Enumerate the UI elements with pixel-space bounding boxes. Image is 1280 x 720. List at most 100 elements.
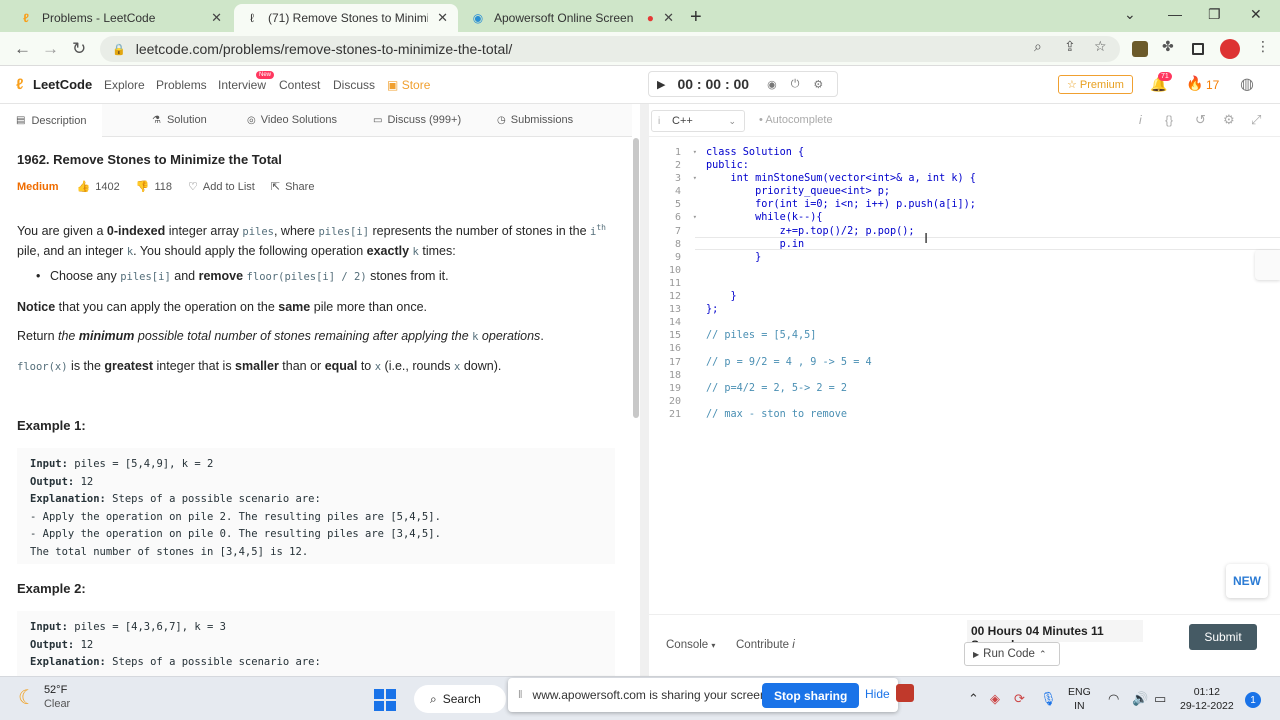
premium-button[interactable]: ☆ Premium <box>1058 75 1133 94</box>
tab-solution[interactable]: ⚗ Solution <box>152 114 207 126</box>
code-line[interactable]: public: <box>706 159 976 172</box>
tab-description[interactable]: ▤ Description <box>0 104 103 137</box>
code-line[interactable]: while(k--){ <box>706 211 976 224</box>
side-panel-handle[interactable] <box>1255 250 1280 280</box>
power-icon[interactable]: ⏻ <box>791 78 800 91</box>
contribute-button[interactable]: Contribute i <box>736 639 795 651</box>
hide-button[interactable]: Hide <box>865 687 890 701</box>
nav-discuss[interactable]: Discuss <box>333 78 375 92</box>
code-line[interactable] <box>706 369 976 382</box>
run-code-button[interactable]: ▶ Run Code ⌃ <box>964 642 1060 666</box>
fold-arrow-icon[interactable]: ▾ <box>693 211 697 224</box>
battery-icon[interactable]: ▭ <box>1154 691 1166 707</box>
stop-sharing-button[interactable]: Stop sharing <box>762 683 860 708</box>
play-icon[interactable]: ▶ <box>657 78 665 91</box>
language-indicator[interactable]: ENG IN <box>1068 685 1091 713</box>
code-line[interactable]: // max - ston to remove <box>706 408 976 421</box>
browser-tab-remove-stones[interactable]: ℓ (71) Remove Stones to Minimize ✕ <box>234 4 458 32</box>
tab-submissions[interactable]: ◷ Submissions <box>497 114 573 126</box>
drag-handle-icon[interactable]: ‖ <box>518 689 523 701</box>
code-line[interactable]: int minStoneSum(vector<int>& a, int k) { <box>706 172 976 185</box>
browser-tab-apowersoft[interactable]: ◉ Apowersoft Online Screen Re ● ✕ <box>460 4 684 32</box>
bookmark-star-icon[interactable]: ☆ <box>1094 38 1107 55</box>
nav-problems[interactable]: Problems <box>156 78 207 92</box>
nav-interview[interactable]: Interview <box>218 78 266 92</box>
new-tab-button[interactable]: + <box>690 6 702 29</box>
tab-discuss[interactable]: ▭ Discuss (999+) <box>373 114 461 126</box>
code-line[interactable]: class Solution { <box>706 146 976 159</box>
code-line[interactable]: // p=4/2 = 2, 5-> 2 = 2 <box>706 382 976 395</box>
fold-arrow-icon[interactable]: ▾ <box>693 146 697 159</box>
new-feature-button[interactable]: NEW <box>1226 564 1268 598</box>
code-line[interactable] <box>706 395 976 408</box>
settings-icon[interactable]: ⚙ <box>813 78 823 91</box>
nav-contest[interactable]: Contest <box>279 78 320 92</box>
code-line[interactable]: } <box>706 251 976 264</box>
url-input[interactable]: 🔒 leetcode.com/problems/remove-stones-to… <box>100 36 1120 62</box>
code-line[interactable]: // p = 9/2 = 4 , 9 -> 5 = 4 <box>706 356 976 369</box>
windows-start-icon[interactable] <box>374 689 396 711</box>
chevron-up-icon[interactable]: ⌃ <box>968 691 979 707</box>
eye-icon[interactable]: ◉ <box>767 78 777 91</box>
tab-video-solutions[interactable]: ◎ Video Solutions <box>247 114 337 126</box>
close-tab-icon[interactable]: ✕ <box>437 10 448 26</box>
tab-search-icon[interactable]: ⌄ <box>1124 6 1136 23</box>
security-icon[interactable]: ◈ <box>990 691 1000 707</box>
extensions-puzzle-icon[interactable]: ✤ <box>1162 38 1174 55</box>
leetcode-logo[interactable]: ℓ LeetCode <box>16 77 92 92</box>
nav-store[interactable]: ▣ Store <box>387 78 430 92</box>
wifi-icon[interactable]: ◠ <box>1108 691 1119 707</box>
side-panel-icon[interactable] <box>1192 43 1204 55</box>
reset-icon[interactable]: ↺ <box>1195 112 1206 128</box>
braces-icon[interactable]: {} <box>1165 113 1173 127</box>
fullscreen-icon[interactable]: ⤢ <box>1251 112 1261 128</box>
code-line[interactable]: p.in <box>706 238 976 251</box>
extension-icon[interactable] <box>1132 41 1148 57</box>
browser-menu-icon[interactable]: ⋮ <box>1256 38 1270 55</box>
code-line[interactable] <box>706 342 976 355</box>
sync-icon[interactable]: ⟳ <box>1014 691 1025 707</box>
close-tab-icon[interactable]: ✕ <box>663 10 674 26</box>
minimize-button[interactable]: — <box>1168 6 1182 22</box>
streak-count[interactable]: 17 <box>1206 78 1219 92</box>
close-tab-icon[interactable]: ✕ <box>211 10 222 26</box>
dislike-button[interactable]: 👎 118 <box>136 180 172 194</box>
code-line[interactable] <box>706 264 976 277</box>
reload-icon[interactable]: ↻ <box>72 39 86 59</box>
code-line[interactable] <box>706 316 976 329</box>
forward-arrow-icon[interactable]: → <box>42 39 59 59</box>
weather-widget[interactable]: ☾ 52°F Clear <box>18 683 70 711</box>
profile-avatar[interactable] <box>1220 39 1240 59</box>
like-button[interactable]: 👍 1402 <box>77 180 120 194</box>
code-line[interactable]: z+=p.top()/2; p.pop(); <box>706 225 976 238</box>
share-button[interactable]: ⇱ Share <box>271 180 315 194</box>
info-icon[interactable]: i <box>1139 113 1142 127</box>
description-scrollbar[interactable] <box>633 138 639 418</box>
panel-divider[interactable] <box>640 104 649 676</box>
volume-icon[interactable]: 🔊 <box>1132 691 1148 707</box>
code-line[interactable]: priority_queue<int> p; <box>706 185 976 198</box>
browser-tab-problems[interactable]: ℓ Problems - LeetCode ✕ <box>8 4 232 32</box>
settings-icon[interactable]: ⚙ <box>1223 112 1235 128</box>
code-editor[interactable]: 1 ▾ 2 3 ▾ 4 5 6 ▾ 7 8 9 10 11 12 13 14 15 16 17 18 19 20 21 cla… <box>649 138 1280 614</box>
user-avatar-icon[interactable]: ◍ <box>1240 74 1254 94</box>
share-icon[interactable]: ⇪ <box>1064 38 1076 55</box>
zoom-icon[interactable]: ⌕ <box>1034 38 1042 55</box>
notification-count-badge[interactable]: 1 <box>1245 692 1261 708</box>
add-to-list-button[interactable]: ♡ Add to List <box>188 180 255 194</box>
language-select[interactable]: i C++ ⌄ <box>651 110 745 132</box>
red-app-icon[interactable] <box>896 684 914 702</box>
code-body[interactable]: class Solution {public: int minStoneSum(… <box>706 146 976 421</box>
autocomplete-toggle[interactable]: • Autocomplete <box>759 114 833 126</box>
fold-arrow-icon[interactable]: ▾ <box>693 172 697 185</box>
code-line[interactable] <box>706 277 976 290</box>
taskbar-search[interactable]: ⌕ Search <box>414 685 506 713</box>
code-line[interactable]: // piles = [5,4,5] <box>706 329 976 342</box>
submit-button[interactable]: Submit <box>1189 624 1257 650</box>
console-button[interactable]: Console ▾ <box>666 639 715 651</box>
maximize-button[interactable]: ❐ <box>1208 6 1221 23</box>
system-clock[interactable]: 01:12 29-12-2022 <box>1180 685 1234 713</box>
close-window-button[interactable]: ✕ <box>1250 6 1262 23</box>
back-arrow-icon[interactable]: ← <box>14 39 31 59</box>
nav-explore[interactable]: Explore <box>104 78 145 92</box>
